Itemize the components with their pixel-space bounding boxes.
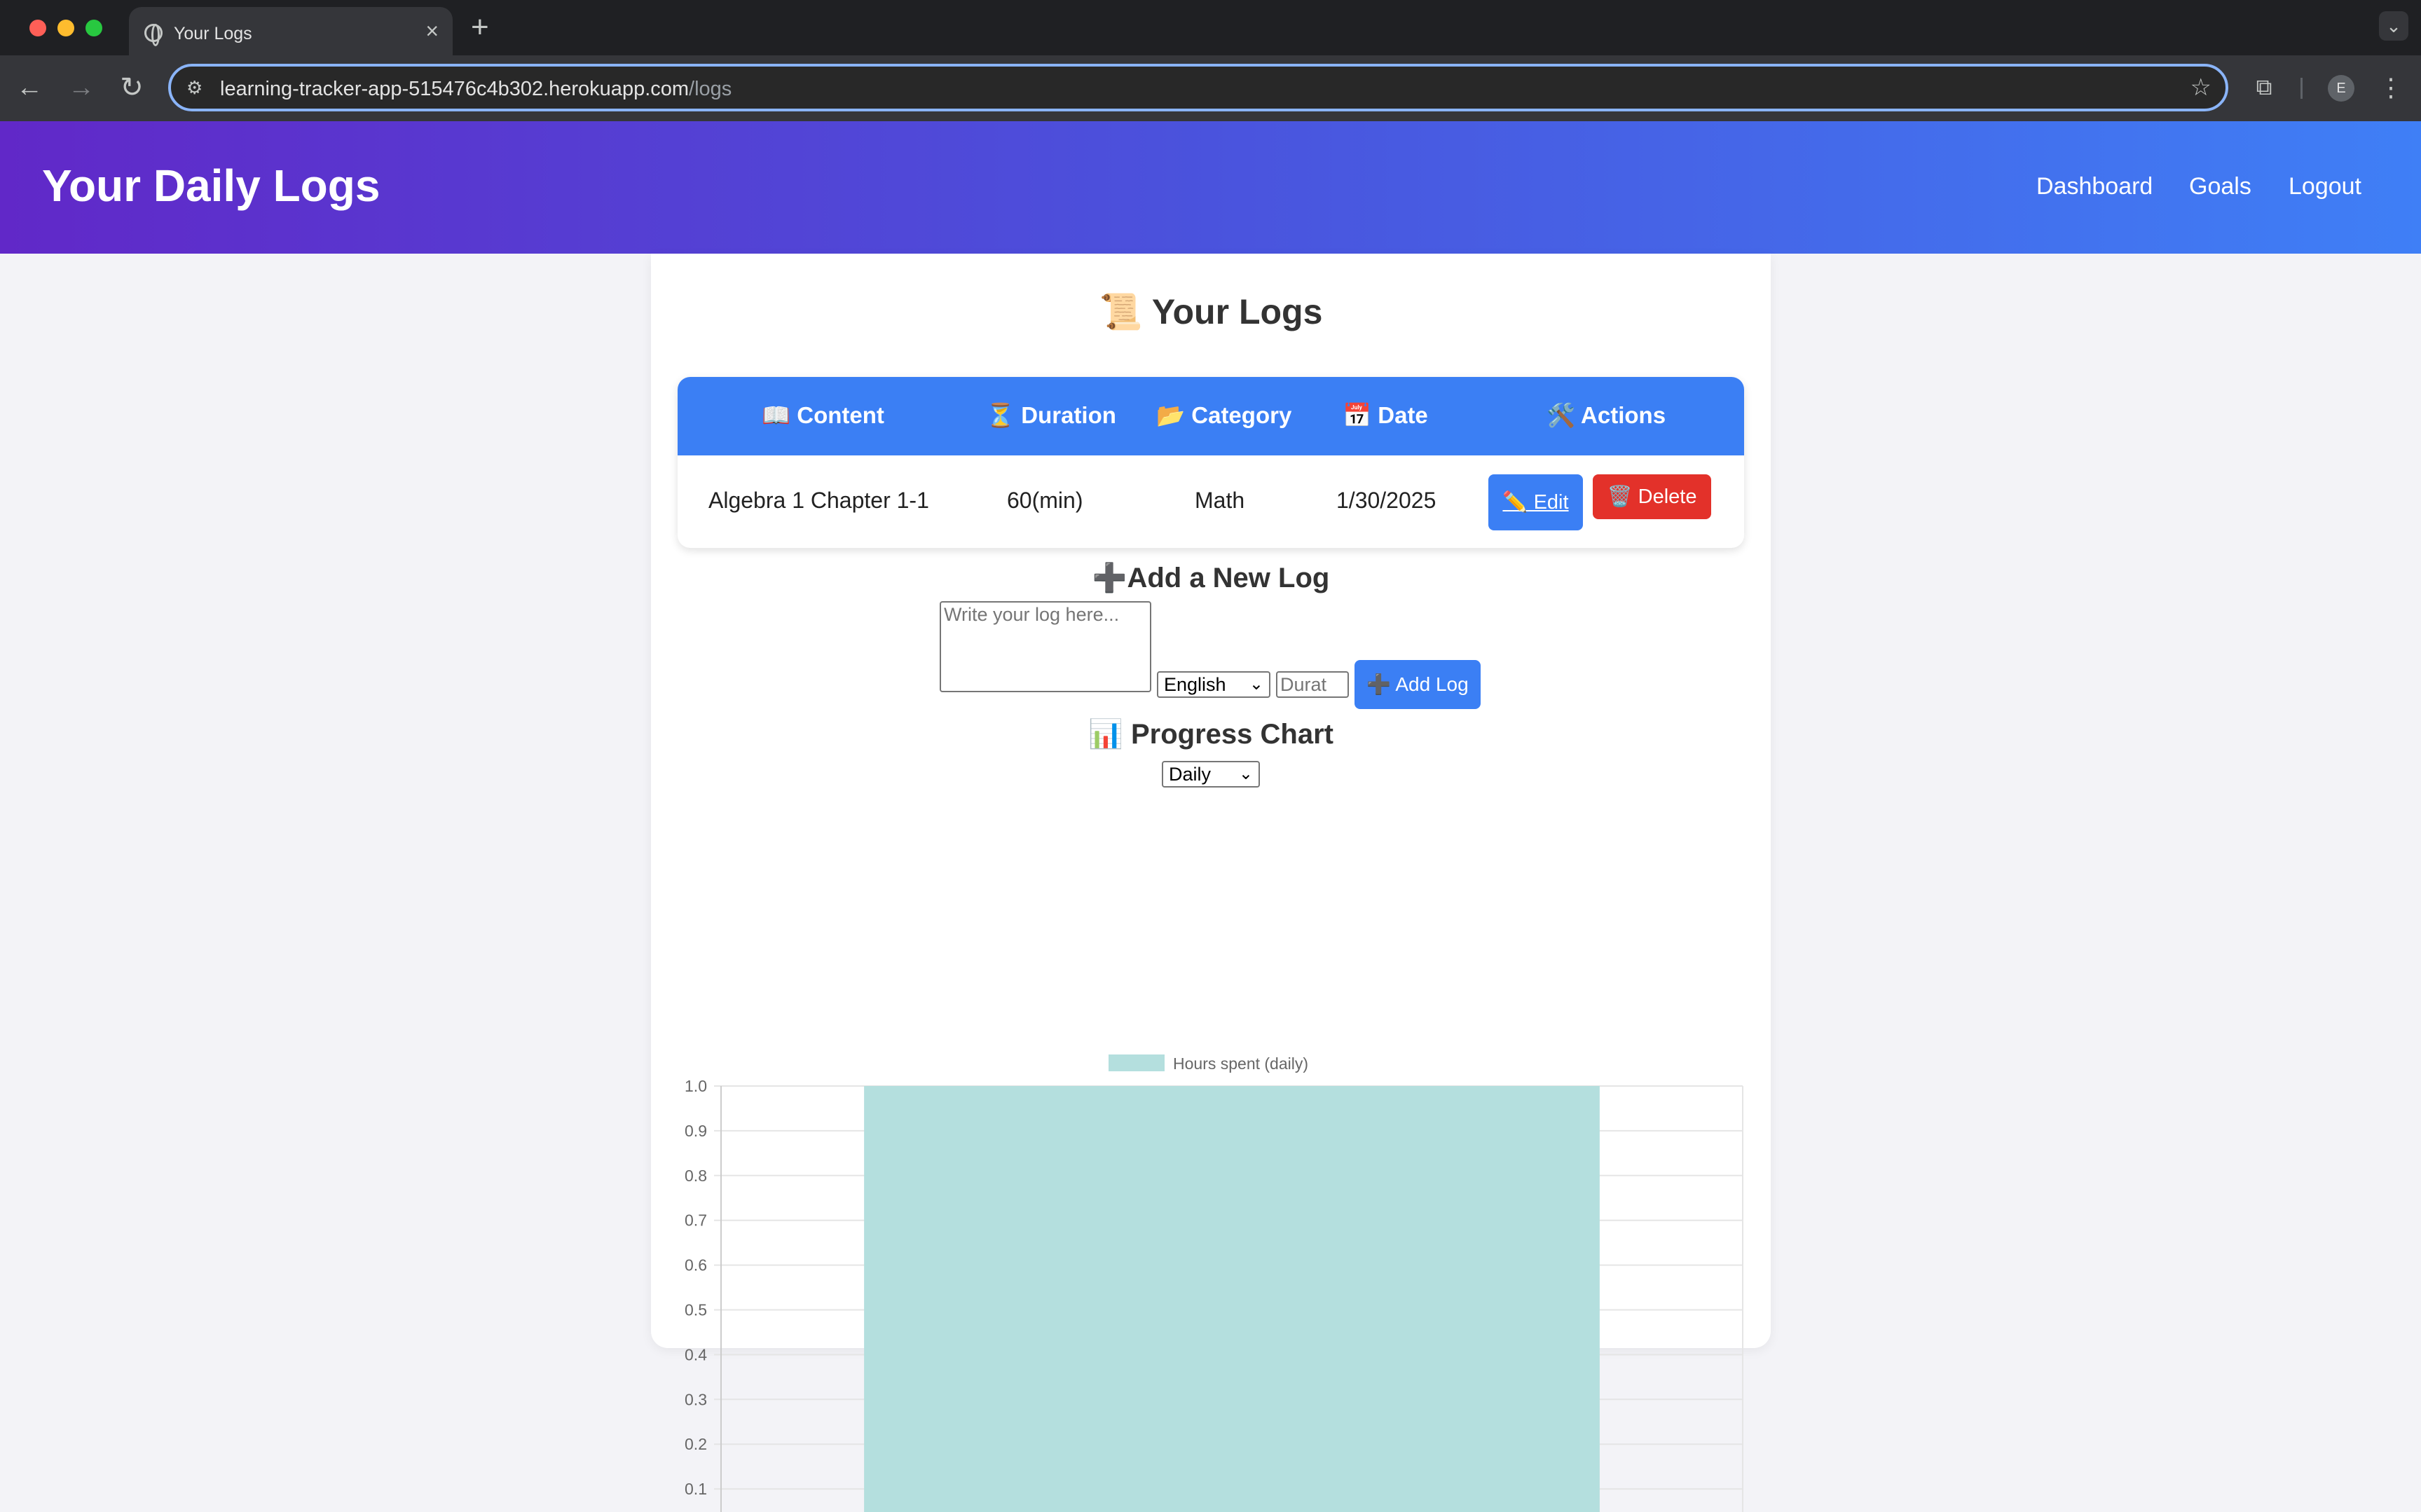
period-select[interactable]: Daily ⌄	[1162, 761, 1260, 788]
cell-duration: 60(min)	[1007, 488, 1083, 513]
browser-tab[interactable]: Your Logs ×	[129, 7, 453, 55]
add-log-heading: ➕Add a New Log	[1092, 563, 1330, 593]
reload-icon[interactable]: ↻	[114, 69, 150, 106]
logs-heading: 📜 Your Logs	[1099, 292, 1323, 331]
log-textarea[interactable]	[940, 601, 1151, 692]
delete-button[interactable]: 🗑️ Delete	[1593, 474, 1711, 519]
y-tick-label: 1.0	[685, 1077, 707, 1095]
logs-table: 📖 Content ⏳ Duration 📂 Category 📅 Date 🛠…	[678, 377, 1744, 548]
cell-date: 1/30/2025	[1336, 488, 1436, 513]
new-tab-button[interactable]: +	[471, 10, 489, 45]
add-log-button[interactable]: ➕ Add Log	[1354, 660, 1481, 709]
y-tick-label: 0.2	[685, 1435, 707, 1453]
y-tick-label: 0.8	[685, 1167, 707, 1185]
close-window-button[interactable]	[29, 20, 46, 36]
legend-swatch	[1109, 1054, 1165, 1071]
column-header-actions: 🛠️ Actions	[1546, 402, 1666, 428]
logs-card: 📜 Your Logs 📖 Content ⏳ Duration 📂 Categ…	[651, 254, 1771, 1512]
y-tick-label: 0.1	[685, 1480, 707, 1498]
y-tick-label: 0.3	[685, 1390, 707, 1408]
nav-logout-link[interactable]: Logout	[2289, 173, 2361, 200]
table-header: 📖 Content ⏳ Duration 📂 Category 📅 Date 🛠…	[678, 377, 1744, 455]
page-title: Your Daily Logs	[42, 160, 380, 211]
url-text[interactable]: learning-tracker-app-515476c4b302.heroku…	[220, 78, 732, 101]
column-header-date: 📅 Date	[1343, 402, 1428, 428]
minimize-window-button[interactable]	[57, 20, 74, 36]
column-header-category: 📂 Category	[1156, 402, 1292, 428]
back-arrow-icon[interactable]: ←	[11, 69, 48, 106]
site-settings-icon[interactable]: ⚙	[186, 77, 207, 98]
chevron-down-icon: ⌄	[1238, 764, 1253, 783]
y-tick-label: 0.6	[685, 1256, 707, 1274]
extensions-puzzle-icon[interactable]: ⧉	[2251, 74, 2277, 100]
progress-chart: Hours spent (daily)00.10.20.30.40.50.60.…	[685, 1054, 1743, 1512]
y-tick-label: 0.4	[685, 1345, 707, 1363]
cell-content: Algebra 1 Chapter 1-1	[708, 488, 929, 513]
nav-dashboard-link[interactable]: Dashboard	[2036, 173, 2153, 200]
profile-avatar[interactable]: E	[2328, 75, 2354, 102]
forward-arrow-icon[interactable]: →	[63, 69, 100, 106]
address-bar[interactable]: ⚙ learning-tracker-app-515476c4b302.hero…	[168, 64, 2228, 111]
bookmark-star-icon[interactable]: ☆	[2190, 74, 2211, 102]
toolbar-divider	[2300, 78, 2303, 99]
column-header-duration: ⏳ Duration	[986, 402, 1116, 428]
cell-category: Math	[1195, 488, 1245, 513]
tab-search-chevron-icon[interactable]: ⌄	[2379, 11, 2408, 41]
y-tick-label: 0.7	[685, 1211, 707, 1230]
close-tab-icon[interactable]: ×	[425, 20, 439, 42]
edit-button[interactable]: ✏️ Edit	[1488, 474, 1583, 530]
y-tick-label: 0.9	[685, 1122, 707, 1140]
browser-toolbar: ← → ↻ ⚙ learning-tracker-app-515476c4b30…	[0, 55, 2421, 121]
more-menu-icon[interactable]: ⋮	[2377, 71, 2405, 104]
legend-label: Hours spent (daily)	[1173, 1054, 1308, 1073]
globe-icon	[144, 24, 163, 46]
tab-title: Your Logs	[174, 24, 252, 43]
browser-tab-bar: Your Logs × + ⌄	[0, 0, 2421, 55]
bar	[864, 1086, 1600, 1512]
y-tick-label: 0.5	[685, 1301, 707, 1319]
progress-chart-heading: 📊 Progress Chart	[1088, 719, 1333, 750]
duration-input[interactable]: Durat	[1276, 671, 1349, 698]
category-select-value: English	[1164, 674, 1226, 695]
column-header-content: 📖 Content	[762, 402, 884, 428]
chevron-down-icon: ⌄	[1249, 675, 1263, 694]
category-select[interactable]: English ⌄	[1157, 671, 1270, 698]
nav-goals-link[interactable]: Goals	[2189, 173, 2251, 200]
period-select-value: Daily	[1169, 764, 1212, 785]
app-header: Your Daily Logs Dashboard Goals Logout	[0, 121, 2421, 254]
maximize-window-button[interactable]	[85, 20, 102, 36]
